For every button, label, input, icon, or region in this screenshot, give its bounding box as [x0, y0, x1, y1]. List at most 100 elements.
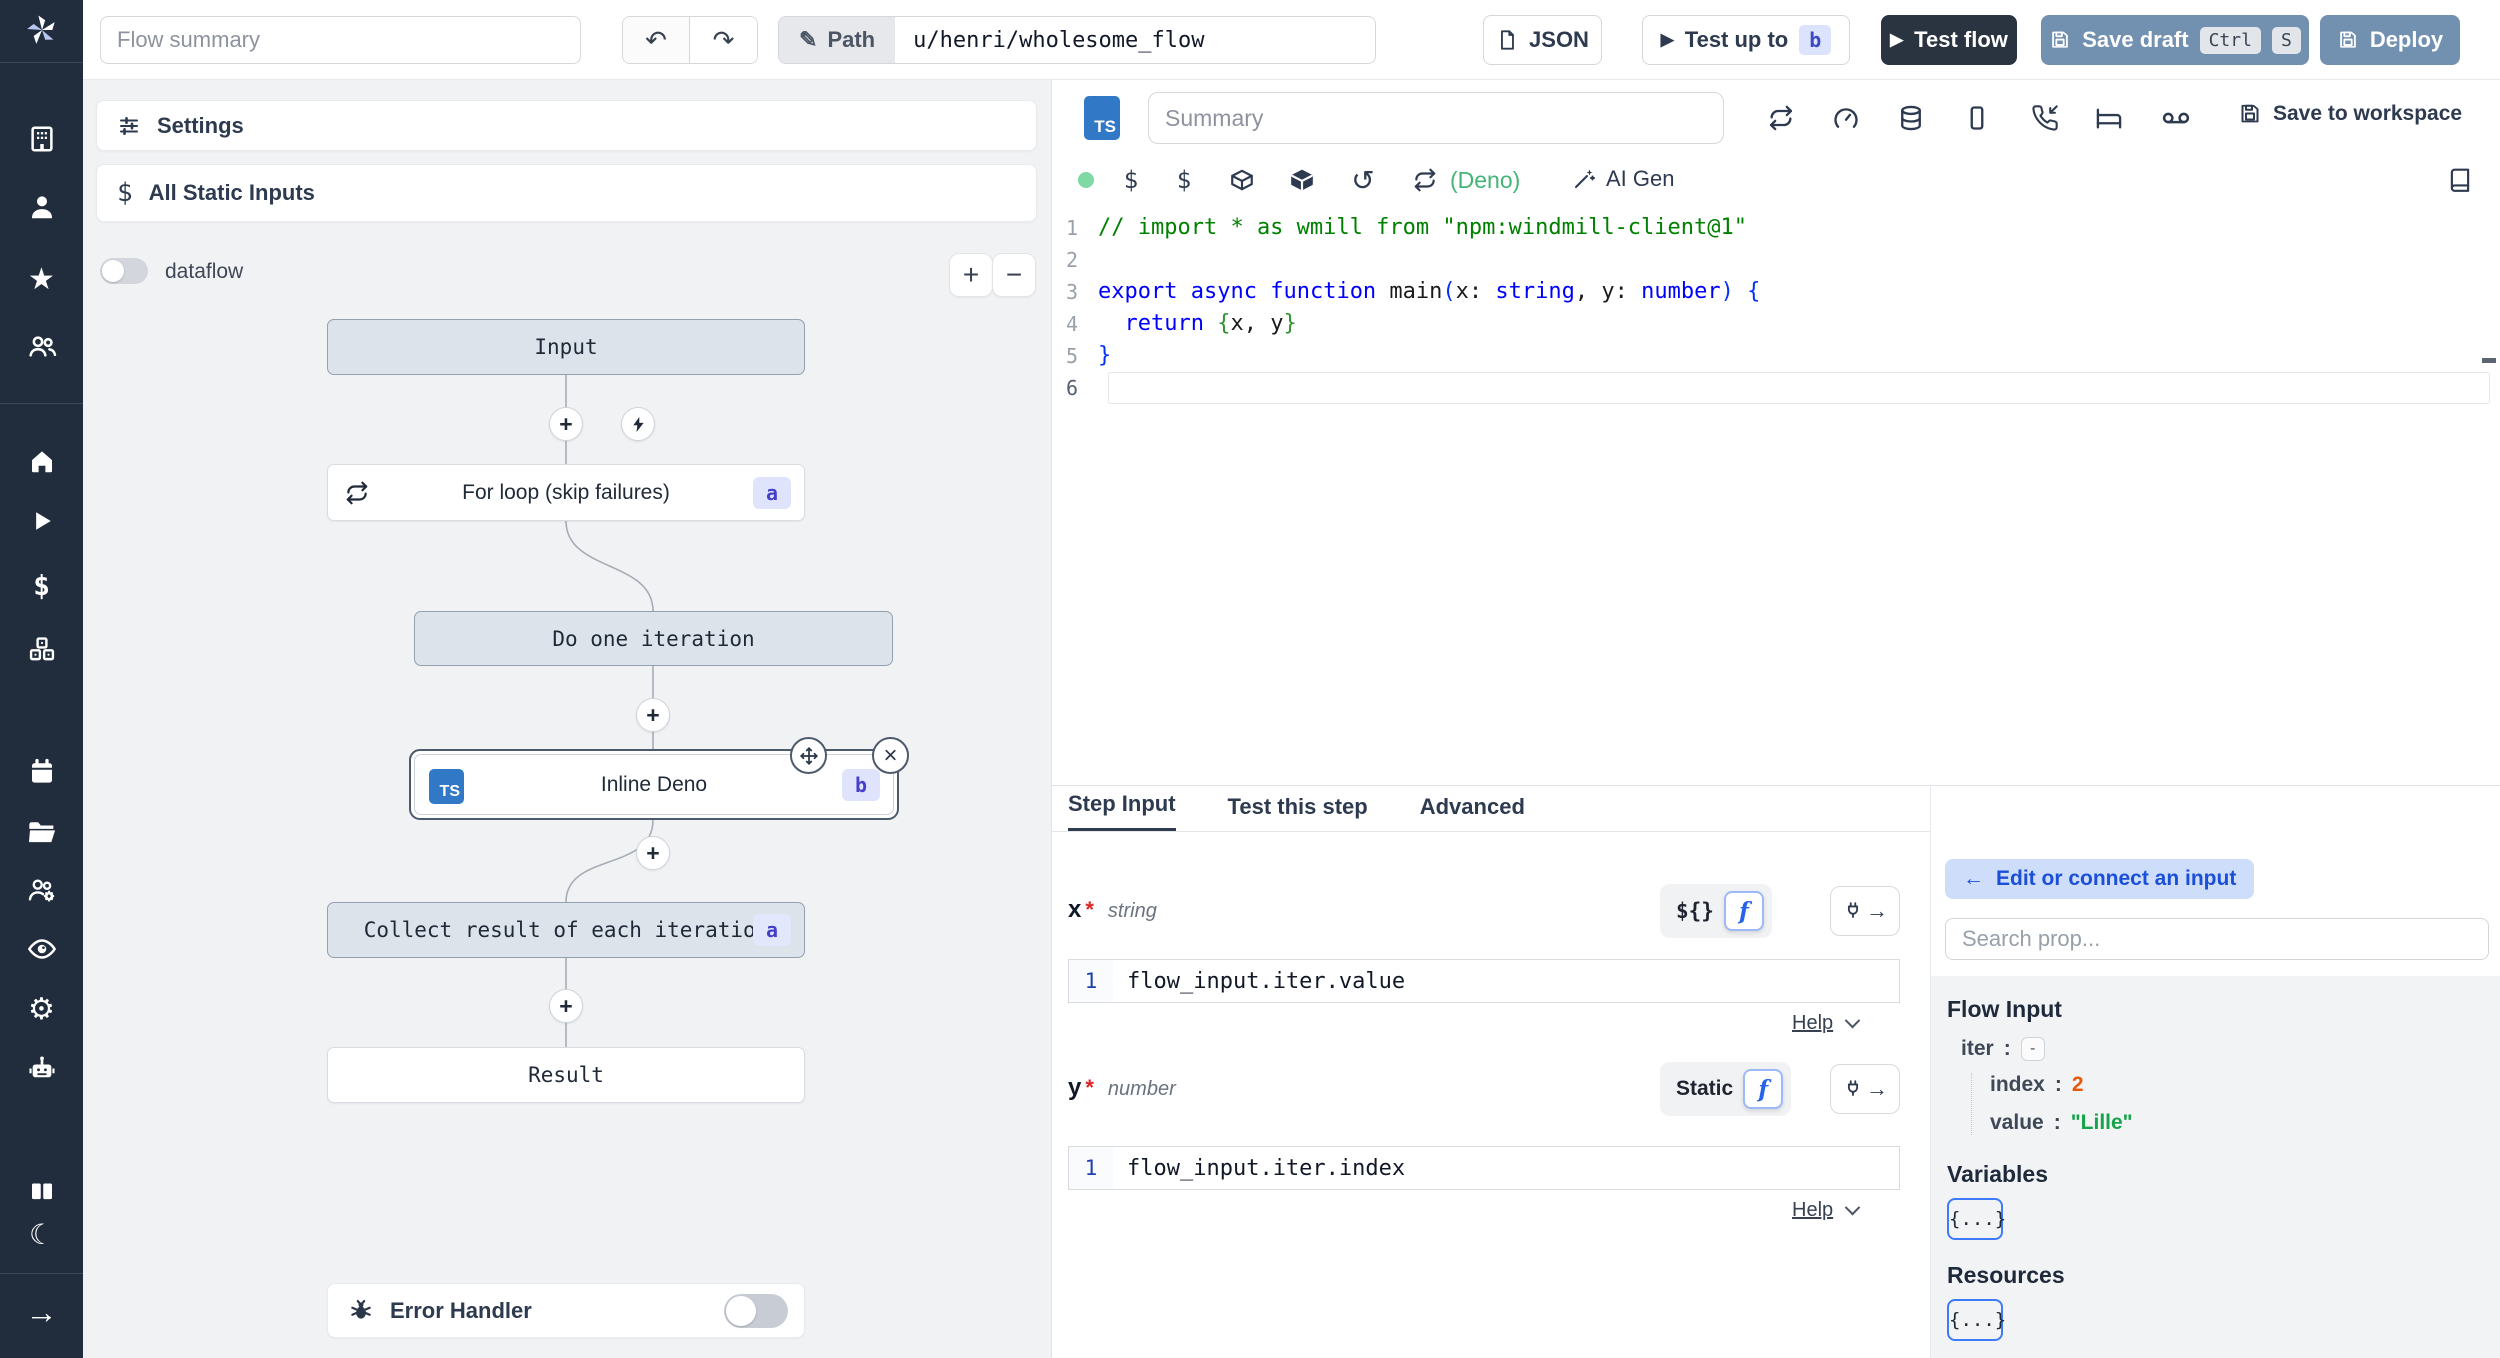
input-mode-toggle: Static f	[1660, 1062, 1792, 1116]
books-icon[interactable]	[0, 1171, 83, 1211]
step-badge: b	[1799, 25, 1832, 55]
step-id-badge: b	[841, 768, 880, 801]
save-to-workspace-button[interactable]: Save to workspace	[2238, 102, 2462, 126]
undo-button[interactable]: ↶	[623, 17, 690, 63]
package-icon[interactable]	[1284, 162, 1320, 198]
bed-icon[interactable]	[2091, 100, 2127, 136]
edit-or-connect-button[interactable]: ← Edit or connect an input	[1945, 859, 2255, 899]
refresh-icon[interactable]	[1407, 162, 1443, 198]
package-icon[interactable]	[1224, 162, 1260, 198]
dollar-icon[interactable]: $	[1113, 162, 1149, 198]
path-value[interactable]: u/henri/wholesome_flow	[895, 17, 1376, 63]
variables-object-button[interactable]: {...}	[1947, 1198, 2006, 1240]
path-chip[interactable]: ✎ Path u/henri/wholesome_flow	[778, 16, 1377, 64]
home-icon[interactable]	[0, 441, 83, 481]
user-group-icon[interactable]	[0, 326, 83, 366]
s-key: S	[2271, 26, 2301, 54]
current-line-highlight	[1108, 372, 2490, 404]
connect-input-button[interactable]: →	[1830, 1064, 1900, 1114]
test-up-to-button[interactable]: ▶ Test up to b	[1642, 15, 1850, 65]
static-mode-label[interactable]: Static	[1676, 1077, 1733, 1101]
robot-icon[interactable]	[0, 1049, 83, 1089]
editor-pane: TS Save to workspace $ $ ↺ (Deno) AI Gen…	[1052, 80, 2500, 1358]
undo-redo-group: ↶ ↷	[622, 16, 758, 64]
arrow-left-icon: ←	[1963, 867, 1984, 890]
play-icon[interactable]	[0, 501, 83, 541]
gear-icon[interactable]: ⚙	[0, 989, 83, 1029]
move-step-button[interactable]	[790, 737, 827, 774]
error-handler-row[interactable]: Error Handler	[327, 1283, 805, 1338]
javascript-expr-button[interactable]: f	[1743, 1069, 1784, 1109]
tree-item-iter[interactable]: iter: -	[1961, 1037, 2485, 1061]
moon-icon[interactable]: ☾	[0, 1214, 83, 1254]
plug-icon	[1847, 1080, 1859, 1096]
step-id-badge: a	[752, 476, 791, 509]
group-settings-icon[interactable]	[0, 870, 83, 910]
json-button[interactable]: JSON	[1483, 15, 1602, 65]
deploy-button[interactable]: Deploy	[2320, 15, 2460, 65]
book-icon[interactable]	[2442, 162, 2478, 198]
dollar-icon[interactable]: $	[0, 565, 83, 605]
javascript-expr-button[interactable]: f	[1723, 891, 1764, 931]
connect-input-button[interactable]: →	[1830, 886, 1900, 936]
node-forloop[interactable]: For loop (skip failures) a	[327, 464, 805, 521]
test-flow-button[interactable]: ▶ Test flow	[1881, 15, 2017, 65]
search-prop-input[interactable]	[1945, 918, 2489, 960]
cubes-icon[interactable]	[0, 629, 83, 669]
tree-item-index[interactable]: index: 2	[1990, 1073, 2485, 1097]
expand-arrow-icon[interactable]: →	[0, 1292, 83, 1332]
template-mode-label[interactable]: ${}	[1676, 899, 1714, 923]
node-do-one-iteration[interactable]: Do one iteration	[414, 611, 893, 666]
pencil-icon: ✎	[799, 27, 818, 52]
summary-input[interactable]	[1148, 92, 1724, 144]
plug-icon	[1847, 902, 1859, 918]
save-draft-button[interactable]: Save draft Ctrl S	[2041, 15, 2309, 65]
add-step-button[interactable]: +	[549, 407, 583, 441]
add-step-button[interactable]: +	[549, 989, 583, 1023]
help-link[interactable]: Help	[1792, 1012, 1861, 1035]
sidebar-divider	[0, 403, 83, 404]
error-handler-toggle[interactable]	[724, 1293, 788, 1328]
flow-summary-input[interactable]	[100, 16, 581, 64]
node-collect-result[interactable]: Collect result of each iteration a	[327, 902, 805, 958]
resources-object-button[interactable]: {...}	[1947, 1299, 2006, 1341]
magic-wand-icon	[1575, 169, 1595, 188]
phone-incoming-icon[interactable]	[2027, 100, 2063, 136]
gauge-icon[interactable]	[1828, 100, 1864, 136]
tab-step-input[interactable]: Step Input	[1068, 791, 1176, 831]
tab-test-this-step[interactable]: Test this step	[1228, 794, 1368, 831]
delete-step-button[interactable]: ×	[872, 737, 909, 774]
collapse-button[interactable]: -	[2020, 1037, 2045, 1061]
save-icon	[2340, 31, 2356, 48]
star-icon[interactable]: ★	[0, 259, 83, 299]
voicemail-icon[interactable]	[2158, 100, 2194, 136]
calendar-icon[interactable]	[0, 752, 83, 792]
retries-icon[interactable]	[1763, 100, 1799, 136]
node-input[interactable]: Input	[327, 319, 805, 375]
trigger-bolt-button[interactable]	[621, 407, 655, 441]
folder-open-icon[interactable]	[0, 812, 83, 852]
ai-gen-button[interactable]: AI Gen	[1572, 166, 1674, 192]
eye-icon[interactable]	[0, 929, 83, 969]
tab-advanced[interactable]: Advanced	[1420, 794, 1525, 831]
history-icon[interactable]: ↺	[1345, 162, 1381, 198]
node-result[interactable]: Result	[327, 1047, 805, 1103]
code-editor[interactable]: 1// import * as wmill from "npm:windmill…	[1052, 200, 2500, 785]
help-link[interactable]: Help	[1792, 1199, 1861, 1222]
tree-item-value[interactable]: value: "Lille"	[1990, 1111, 2485, 1135]
expr-input-x[interactable]: 1 flow_input.iter.value	[1068, 959, 1900, 1003]
add-step-button[interactable]: +	[636, 698, 670, 732]
windmill-logo[interactable]	[0, 10, 83, 50]
database-icon[interactable]	[1893, 100, 1929, 136]
expr-input-y[interactable]: 1 flow_input.iter.index	[1068, 1146, 1900, 1190]
redo-button[interactable]: ↷	[690, 17, 757, 63]
building-icon[interactable]	[0, 119, 83, 159]
save-icon	[2241, 104, 2259, 123]
dollar-icon[interactable]: $	[1166, 162, 1202, 198]
prop-picker-panel: ← Edit or connect an input Flow Input it…	[1930, 785, 2500, 1358]
lightning-icon	[632, 416, 644, 432]
mobile-icon[interactable]	[1959, 100, 1995, 136]
user-icon[interactable]	[0, 187, 83, 227]
bug-icon	[351, 1299, 371, 1319]
add-step-button[interactable]: +	[636, 836, 670, 870]
